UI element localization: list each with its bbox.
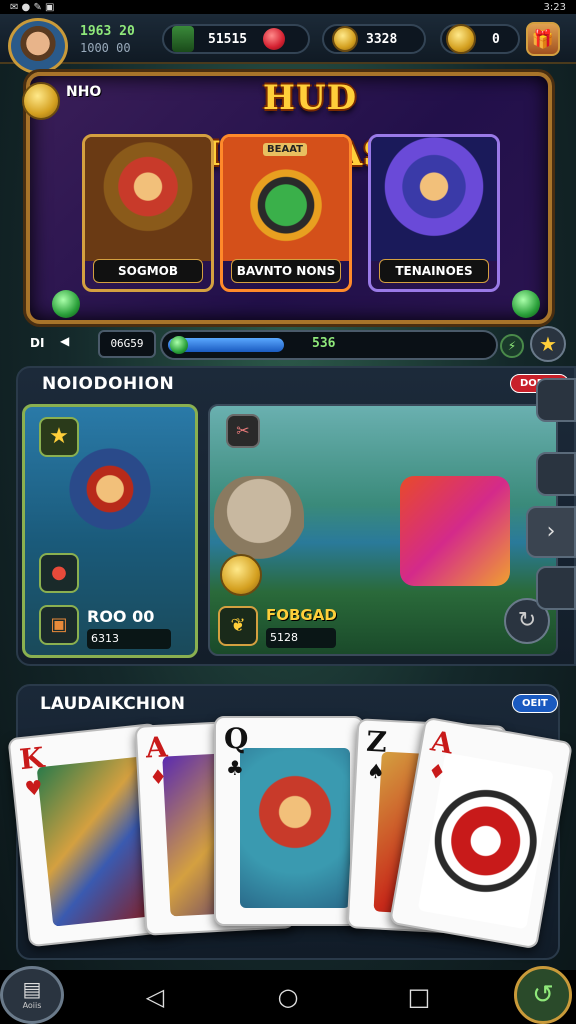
banner-left-gem-icon xyxy=(52,290,80,318)
fishing-hook-button[interactable]: ✂ xyxy=(226,414,260,448)
card-art-pirate xyxy=(240,748,350,908)
star-icon: ★ xyxy=(49,424,69,449)
hero-amount: ROO 00 xyxy=(87,607,155,626)
promo-card-3[interactable]: TENAINOES xyxy=(368,134,500,292)
gem-add-icon[interactable] xyxy=(263,28,286,50)
store-label: Aoiis xyxy=(22,1001,42,1010)
banner-coin-icon xyxy=(22,82,60,120)
hero-game-card[interactable]: ★ ● ▣ ROO 00 6313 xyxy=(22,404,198,658)
card-rank: Z xyxy=(365,724,388,759)
fishing-name: FOBGAD xyxy=(266,606,337,624)
progress-count: 06G59 xyxy=(98,330,156,358)
fishing-coin-icon xyxy=(220,554,262,596)
hero-art xyxy=(55,447,165,567)
home-icon[interactable]: ○ xyxy=(273,982,303,1012)
progress-value: 536 xyxy=(312,336,336,351)
banner-right-gem-icon xyxy=(512,290,540,318)
progress-gem-icon xyxy=(170,336,188,354)
recents-icon[interactable]: □ xyxy=(404,982,434,1012)
spade-icon: ♠ xyxy=(366,758,386,784)
star-button[interactable]: ★ xyxy=(530,326,566,362)
banner-title: HUD IIDAREASA! xyxy=(188,78,431,174)
rotate-icon: ↻ xyxy=(517,608,537,633)
status-bar: ✉ ● ✎ ▣ 3:23 xyxy=(0,0,576,14)
player-avatar[interactable] xyxy=(8,18,68,74)
chevron-right-icon: › xyxy=(546,519,556,544)
hero-sub: 6313 xyxy=(87,629,171,649)
featured-title: NOIODOHION xyxy=(42,374,175,394)
promo-card-2[interactable]: BEAAT BAVNTO NONS xyxy=(220,134,352,292)
promo-label-1: SOGMOB xyxy=(93,259,203,283)
star-icon: ★ xyxy=(539,332,557,356)
featured-panel: NOIODOHION DOEGE ★ ● ▣ ROO 00 6313 ✂ ❦ F… xyxy=(16,366,576,666)
event-banner[interactable]: HUD IIDAREASA! NHO SOGMOB BEAAT BAVNTO N… xyxy=(22,72,552,324)
club-icon: ♣ xyxy=(226,756,244,780)
lightning-icon: ⚡ xyxy=(507,339,517,353)
gem-pack-icon xyxy=(172,26,194,52)
coins-value: 3328 xyxy=(366,31,398,47)
hero-chest-icon: ▣ xyxy=(39,605,79,645)
side-tab-3[interactable] xyxy=(536,566,576,610)
coin-icon xyxy=(332,26,358,52)
player-sub-score: 1000 00 xyxy=(80,41,131,55)
player-score: 1963 20 xyxy=(80,24,135,39)
gift-button[interactable]: 🎁 xyxy=(526,22,560,56)
trophy-icon xyxy=(446,24,476,54)
card-rank: Q xyxy=(224,722,249,755)
heart-icon: ♥ xyxy=(23,775,44,801)
system-nav-bar: ◁ ○ □ xyxy=(0,970,576,1024)
card-rank: A xyxy=(144,730,169,765)
hero-star-button[interactable]: ★ xyxy=(39,417,79,457)
deck-title: LAUDAIKCHION xyxy=(40,694,185,714)
notification-icons: ✉ ● ✎ ▣ xyxy=(10,1,55,13)
coins-pill: 3328 xyxy=(322,24,426,54)
car-art xyxy=(400,476,510,586)
back-icon[interactable]: ◁ xyxy=(140,982,170,1012)
promo-label-2: BAVNTO NONS xyxy=(231,259,341,283)
promo-label-3: TENAINOES xyxy=(379,259,489,283)
promo-card-1[interactable]: SOGMOB xyxy=(82,134,214,292)
playing-card-q[interactable]: Q ♣ xyxy=(214,716,364,926)
promo-art-wizard xyxy=(371,137,497,261)
side-tab-2[interactable] xyxy=(536,452,576,496)
hero-bonus-icon[interactable]: ● xyxy=(39,553,79,593)
trophies-value: 0 xyxy=(492,31,500,47)
side-tab-1[interactable] xyxy=(536,378,576,422)
store-icon: ▤ xyxy=(22,977,42,1001)
refresh-button[interactable]: ↺ xyxy=(514,966,572,1024)
gems-pill: 51515 xyxy=(162,24,310,54)
promo-art-pirate xyxy=(85,137,211,261)
card-rank: K xyxy=(18,740,46,777)
progress-bar: 536 xyxy=(160,330,498,360)
side-tab-next[interactable]: › xyxy=(526,506,576,558)
store-button[interactable]: ▤ Aoiis xyxy=(0,966,64,1024)
arrow-left-icon[interactable]: ◀ xyxy=(60,334,69,348)
promo-sign: BEAAT xyxy=(263,143,307,156)
progress-row: DI ◀ 06G59 536 ⚡ ★ xyxy=(0,326,576,362)
progress-left-label: DI xyxy=(30,336,45,350)
fishing-reward-icon: ❦ xyxy=(218,606,258,646)
boost-button[interactable]: ⚡ xyxy=(500,334,524,358)
banner-coin-label: NHO xyxy=(66,84,102,100)
gems-value: 51515 xyxy=(208,31,248,47)
fishing-game-card[interactable]: ✂ ❦ FOBGAD 5128 ↻ xyxy=(208,404,558,656)
deck-badge[interactable]: OEIT xyxy=(512,694,558,713)
gift-icon: 🎁 xyxy=(531,28,555,50)
top-bar: 1963 20 1000 00 51515 3328 0 🎁 xyxy=(0,14,576,74)
refresh-icon: ↺ xyxy=(532,980,554,1010)
diamond-icon: ♦ xyxy=(148,764,168,790)
fishing-sub: 5128 xyxy=(266,628,336,648)
trophy-pill: 0 xyxy=(440,24,520,54)
status-time: 3:23 xyxy=(543,1,566,13)
